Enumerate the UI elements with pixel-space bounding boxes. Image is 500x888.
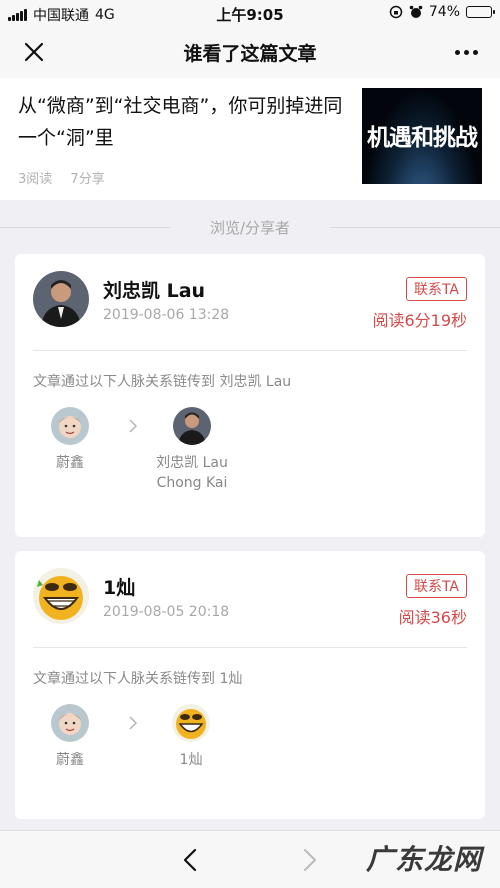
chain-node[interactable]: 蔚鑫 xyxy=(41,407,99,473)
battery-icon xyxy=(466,6,495,18)
chain-node[interactable]: 1灿 xyxy=(161,704,221,770)
chain-avatar xyxy=(51,704,89,742)
chain-avatar xyxy=(172,704,210,742)
contact-button[interactable]: 联系TA xyxy=(405,277,467,301)
contact-button[interactable]: 联系TA xyxy=(405,574,467,598)
visit-time: 2019-08-05 20:18 xyxy=(103,604,230,620)
chevron-right-icon xyxy=(129,419,138,433)
article-preview[interactable]: 从“微商”到“社交电商”，你可别掉进同一个“洞”里 3阅读 7分享 机遇和挑战 xyxy=(0,78,500,200)
status-bar: 中国联通 4G 上午9:05 74% xyxy=(0,0,500,26)
forward-chevron-icon[interactable] xyxy=(300,848,320,872)
article-age: 7分享 xyxy=(70,172,105,187)
chain-description: 文章通过以下人脉关系链传到 刘忠凯 Lau xyxy=(33,374,292,390)
read-duration: 阅读6分19秒 xyxy=(372,311,467,330)
back-chevron-icon[interactable] xyxy=(180,848,200,872)
read-duration: 阅读36秒 xyxy=(398,608,467,627)
visitor-card: 1灿 2019-08-05 20:18 联系TA 阅读36秒 文章通过以下人脉关… xyxy=(15,551,485,819)
nav-bar: 谁看了这篇文章 xyxy=(0,26,500,78)
visitor-card: 刘忠凯 Lau 2019-08-06 13:28 联系TA 阅读6分19秒 文章… xyxy=(15,254,485,537)
chain-avatar xyxy=(173,407,211,445)
chain-avatar xyxy=(51,407,89,445)
battery-percent: 74% xyxy=(428,4,460,20)
article-reads: 3阅读 xyxy=(18,172,53,187)
chain-node-name: 蔚鑫 xyxy=(56,752,84,768)
chain-node-name: 蔚鑫 xyxy=(56,455,84,471)
article-meta: 3阅读 7分享 xyxy=(18,168,119,187)
avatar xyxy=(33,271,89,327)
thumbnail-text: 机遇和挑战 xyxy=(367,125,478,151)
more-icon[interactable] xyxy=(455,50,478,55)
rotation-lock-icon xyxy=(389,5,403,19)
article-thumbnail: 机遇和挑战 xyxy=(362,88,482,184)
chain-node[interactable]: 蔚鑫 xyxy=(41,704,99,770)
page-title: 谁看了这篇文章 xyxy=(183,43,317,65)
chain-description: 文章通过以下人脉关系链传到 1灿 xyxy=(33,671,243,687)
alarm-icon xyxy=(409,5,423,18)
visit-time: 2019-08-06 13:28 xyxy=(103,307,230,323)
chain-node[interactable]: 刘忠凯 Lau Chong Kai xyxy=(147,407,237,493)
article-title: 从“微商”到“社交电商”，你可别掉进同一个“洞”里 xyxy=(18,95,343,149)
avatar xyxy=(33,568,89,624)
section-divider: 浏览/分享者 xyxy=(0,212,500,242)
chain-node-name: 1灿 xyxy=(179,752,203,768)
visitor-name: 1灿 xyxy=(103,577,136,599)
chain-node-name: 刘忠凯 Lau xyxy=(156,455,228,471)
chain-node-name-line2: Chong Kai xyxy=(156,475,228,491)
card-divider xyxy=(33,647,467,648)
watermark: 广东龙网 xyxy=(366,843,483,876)
card-divider xyxy=(33,350,467,351)
visitor-name: 刘忠凯 Lau xyxy=(103,280,206,302)
chevron-right-icon xyxy=(129,716,138,730)
